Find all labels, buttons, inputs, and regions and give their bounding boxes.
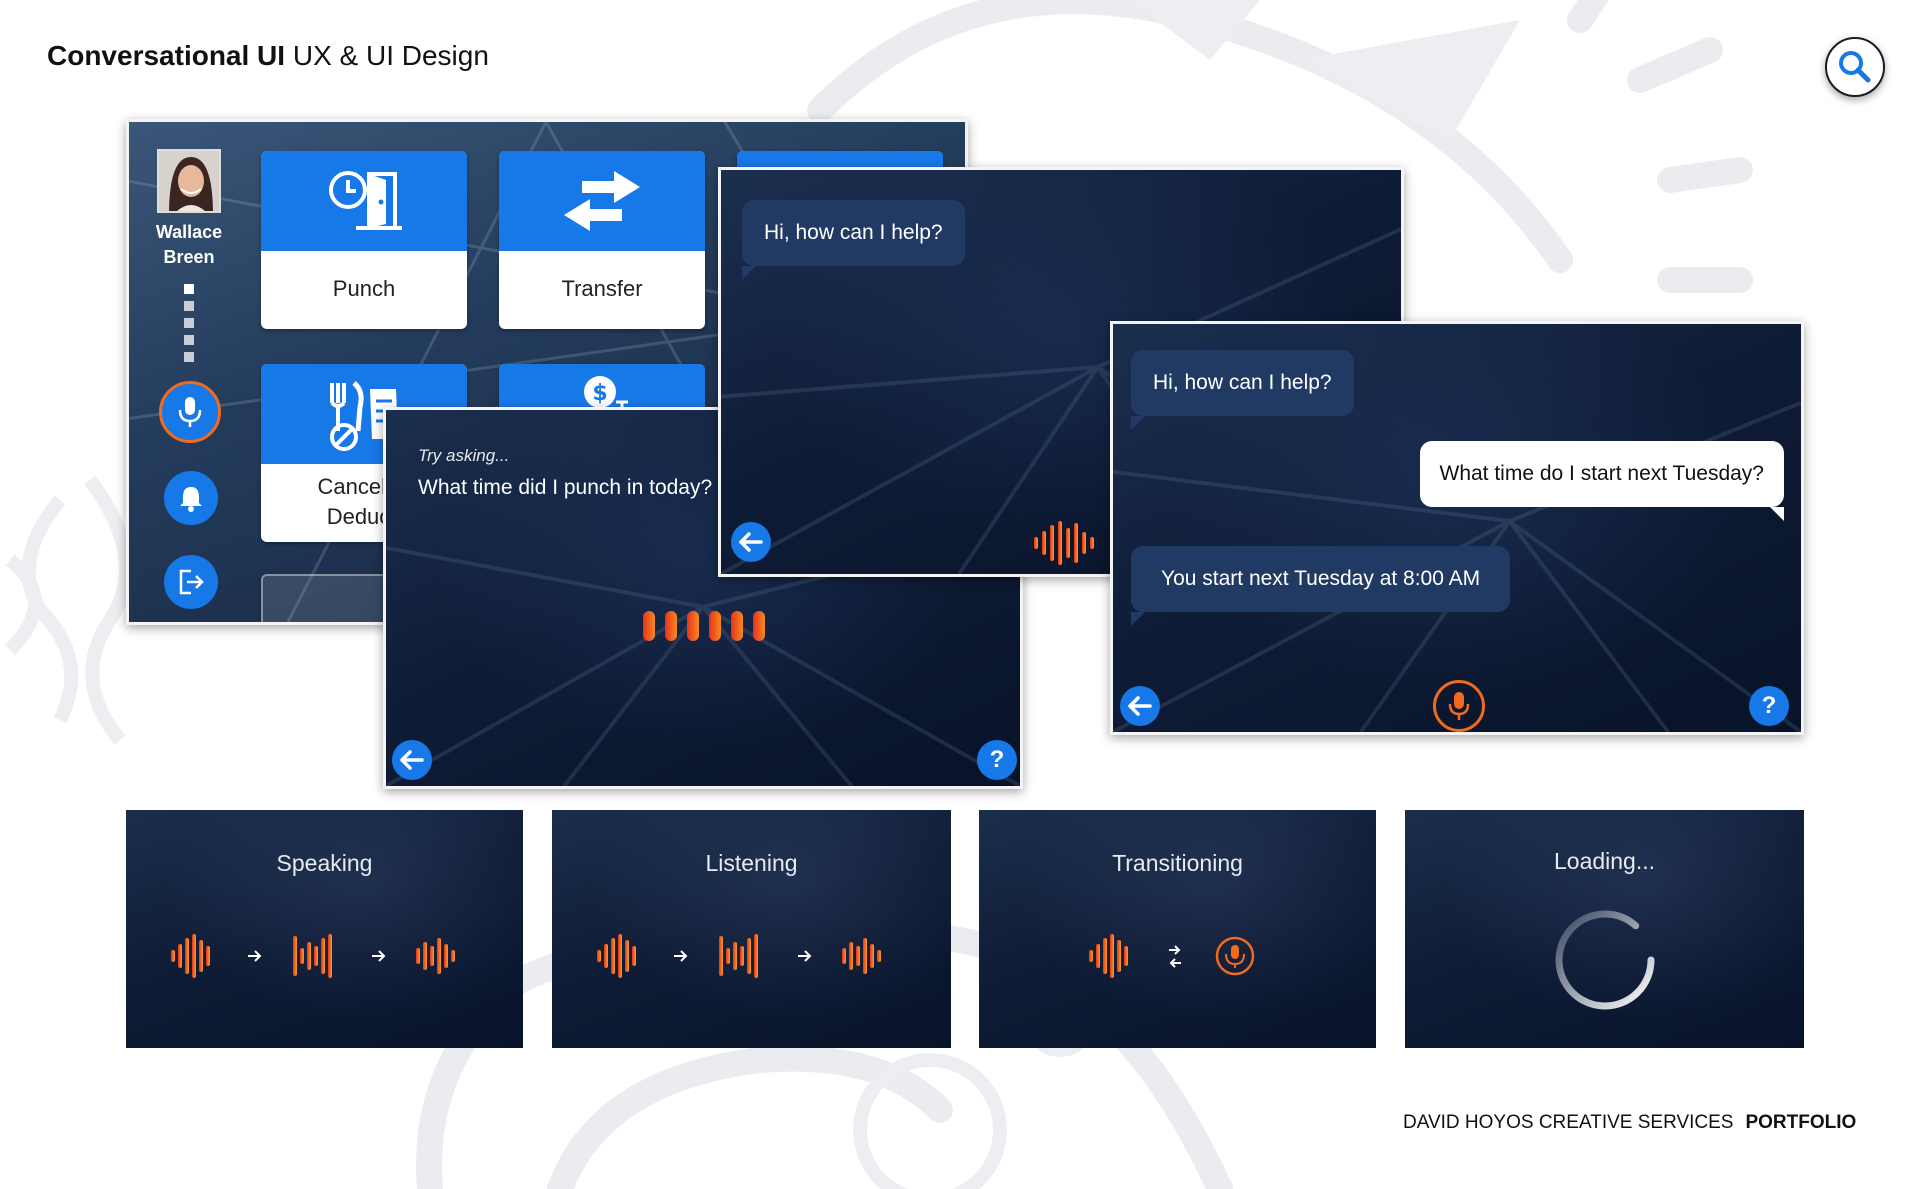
back-button[interactable] (1120, 686, 1160, 726)
back-arrow-icon (1128, 696, 1152, 716)
logout-icon (179, 569, 204, 595)
bot-greeting-bubble: Hi, how can I help? (1131, 350, 1354, 430)
tile-punch-label: Punch (332, 276, 396, 301)
footer-section: PORTFOLIO (1745, 1112, 1857, 1133)
state-title: Speaking (276, 850, 373, 876)
back-button[interactable] (392, 740, 432, 780)
search-icon (1839, 51, 1871, 83)
state-transitioning-card: Transitioning (979, 810, 1376, 1048)
bot-reply-bubble: You start next Tuesday at 8:00 AM (1131, 546, 1511, 626)
voice-wave-sequence-icon (597, 934, 881, 978)
mic-button[interactable] (1433, 680, 1485, 732)
voice-wave-icon (643, 611, 765, 641)
logout-button[interactable] (164, 555, 218, 609)
state-title: Listening (705, 850, 798, 876)
page-title: Conversational UI UX & UI Design (47, 40, 489, 72)
tile-transfer[interactable]: Transfer (499, 151, 705, 329)
back-button[interactable] (731, 522, 771, 562)
user-name: Wallace Breen (139, 220, 239, 270)
back-arrow-icon (400, 750, 424, 770)
help-button[interactable]: ? (1749, 686, 1789, 726)
title-rest: UX & UI Design (285, 40, 489, 71)
conversation-screen: Hi, how can I help? What time do I start… (1110, 321, 1804, 735)
mic-button[interactable] (159, 381, 221, 443)
mic-icon (178, 397, 202, 427)
user-last-name: Breen (163, 247, 215, 267)
footer: DAVID HOYOS CREATIVE SERVICES PORTFOLIO (1403, 1112, 1856, 1134)
notifications-button[interactable] (164, 471, 218, 525)
state-title: Transitioning (1112, 850, 1243, 876)
bot-greeting-bubble: Hi, how can I help? (742, 200, 965, 280)
transfer-arrows-icon (564, 171, 640, 231)
bell-icon (180, 487, 202, 512)
tile-punch[interactable]: Punch (261, 151, 467, 329)
spinner-icon (1555, 910, 1655, 1010)
voice-wave-icon (1034, 521, 1094, 565)
help-button[interactable]: ? (977, 740, 1017, 780)
mic-icon (1448, 692, 1470, 720)
suggestion-text: What time did I punch in today? (418, 476, 713, 499)
back-arrow-icon (739, 532, 763, 552)
svg-text:$: $ (592, 381, 607, 406)
page-dots (184, 284, 194, 369)
state-speaking-card: Speaking (126, 810, 523, 1048)
state-listening-card: Listening (552, 810, 951, 1048)
state-title: Loading... (1553, 848, 1656, 874)
title-bold: Conversational UI (47, 40, 286, 71)
clock-door-icon (329, 171, 402, 230)
user-first-name: Wallace (155, 222, 223, 242)
state-loading-card: Loading... (1405, 810, 1804, 1048)
avatar[interactable] (157, 149, 221, 213)
footer-company: DAVID HOYOS CREATIVE SERVICES (1403, 1112, 1734, 1133)
voice-wave-sequence-icon (171, 934, 455, 978)
wave-to-mic-icon (1089, 934, 1255, 978)
user-message-bubble: What time do I start next Tuesday? (1419, 441, 1784, 521)
tile-transfer-label: Transfer (561, 276, 643, 301)
try-asking-label: Try asking... (418, 446, 510, 465)
search-button[interactable] (1825, 37, 1885, 97)
